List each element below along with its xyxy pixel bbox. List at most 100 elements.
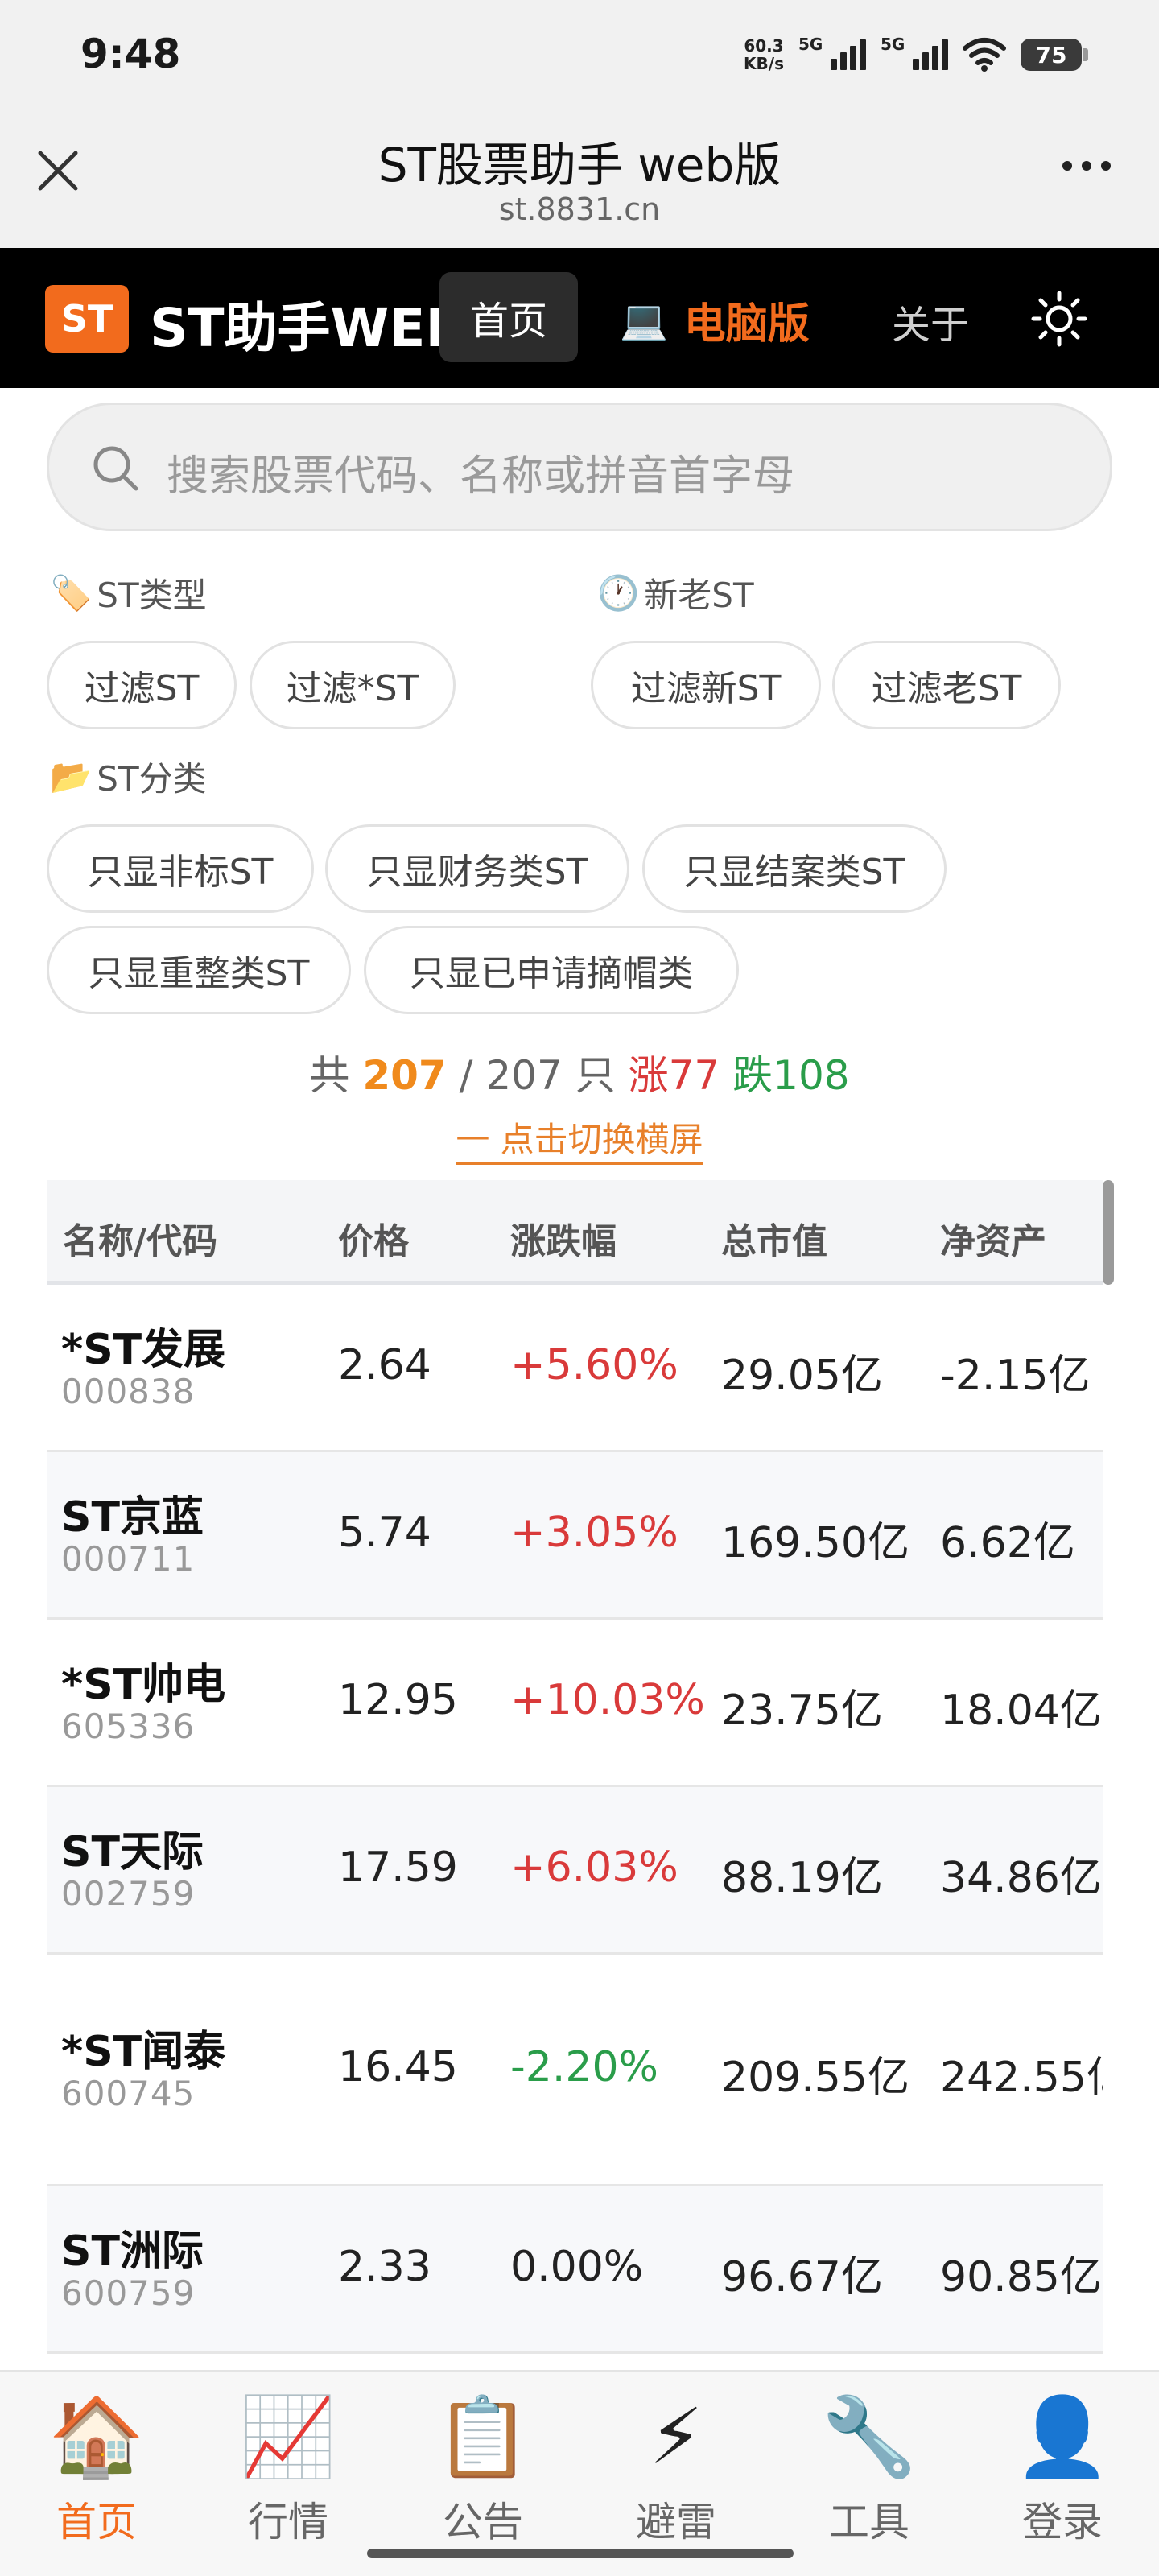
stock-code: 600759 xyxy=(61,2273,196,2313)
app-brand[interactable]: ST助手WEB xyxy=(150,285,466,362)
chip-delisting-applied[interactable]: 只显已申请摘帽类 xyxy=(364,926,739,1014)
result-summary: 共 207 / 207 只 涨77 跌108 xyxy=(0,1043,1159,1101)
rotate-landscape-link[interactable]: 一 点击切换横屏 xyxy=(456,1120,703,1165)
stock-net-assets: -2.15亿 xyxy=(940,1352,1091,1400)
sim1-label: 5G xyxy=(798,35,823,54)
table-row[interactable]: ST京蓝 000711 5.74 +3.05% 169.50亿 6.62亿 xyxy=(47,1452,1103,1620)
stock-code: 605336 xyxy=(61,1707,196,1746)
nav-desktop-label: 电脑版 xyxy=(683,300,810,349)
tab-label: 避雷 xyxy=(636,2499,716,2545)
tab-market[interactable]: 📈 行情 xyxy=(216,2388,361,2548)
stock-market-cap: 29.05亿 xyxy=(721,1352,883,1400)
chip-non-standard-st[interactable]: 只显非标ST xyxy=(47,824,314,913)
battery-icon: 75 xyxy=(1021,39,1088,71)
page-url: st.8831.cn xyxy=(498,192,661,227)
stock-price: 12.95 xyxy=(338,1676,458,1724)
stock-price: 5.74 xyxy=(338,1509,431,1557)
tab-home[interactable]: 🏠 首页 xyxy=(24,2388,169,2548)
status-time: 9:48 xyxy=(80,31,181,77)
chip-closed-case-st[interactable]: 只显结案类ST xyxy=(642,824,947,913)
browser-title-bar: ST股票助手 web版 st.8831.cn xyxy=(0,105,1159,248)
stock-code: 000711 xyxy=(61,1539,196,1579)
stock-net-assets: 18.04亿 xyxy=(940,1686,1102,1735)
stock-change: +3.05% xyxy=(510,1509,678,1557)
tab-label: 工具 xyxy=(829,2499,909,2545)
more-dots-icon xyxy=(1062,161,1072,171)
table-row[interactable]: *ST发展 000838 2.64 +5.60% 29.05亿 -2.15亿 xyxy=(47,1285,1103,1452)
table-row[interactable]: *ST闻泰600745 16.45 -2.20% 209.55亿 242.55亿 xyxy=(47,1955,1103,2186)
home-indicator[interactable] xyxy=(367,2549,794,2558)
stock-name: ST天际 xyxy=(61,1828,204,1876)
nav-about[interactable]: 关于 xyxy=(892,293,969,349)
stock-market-cap: 169.50亿 xyxy=(721,1519,909,1567)
lightning-icon: ⚡ xyxy=(649,2392,703,2482)
table-scrollbar[interactable] xyxy=(1103,1180,1114,1285)
stock-price: 16.45 xyxy=(338,2043,458,2091)
filter-section-new-old: 🕐 新老ST xyxy=(597,568,754,617)
summary-shown-count: 207 xyxy=(362,1052,447,1099)
section-title: ST类型 xyxy=(97,576,207,615)
app-logo[interactable]: ST xyxy=(45,285,129,353)
stock-net-assets: 242.55亿 xyxy=(940,2054,1103,2102)
chip-filter-star-st[interactable]: 过滤*ST xyxy=(250,641,456,729)
network-speed: 60.3 KB/s xyxy=(744,37,784,72)
tab-label: 行情 xyxy=(248,2499,328,2545)
clock-icon: 🕐 xyxy=(597,572,640,613)
tab-announcements[interactable]: 📋 公告 xyxy=(410,2388,555,2548)
section-title: ST分类 xyxy=(97,759,207,799)
filter-section-category: 📂 ST分类 xyxy=(50,752,207,801)
stock-name: *ST发展 xyxy=(61,1326,226,1374)
summary-up-count: 涨77 xyxy=(628,1052,720,1099)
chip-restructuring-st[interactable]: 只显重整类ST xyxy=(47,926,351,1014)
stock-change: +6.03% xyxy=(510,1843,678,1892)
col-header-price[interactable]: 价格 xyxy=(338,1212,409,1264)
table-row[interactable]: *ST帅电 605336 12.95 +10.03% 23.75亿 18.04亿 xyxy=(47,1620,1103,1787)
search-input[interactable]: 搜索股票代码、名称或拼音首字母 xyxy=(47,402,1112,531)
table-row[interactable]: ST天际 002759 17.59 +6.03% 88.19亿 34.86亿 xyxy=(47,1787,1103,1955)
chip-filter-st[interactable]: 过滤ST xyxy=(47,641,237,729)
tag-icon: 🏷️ xyxy=(50,572,93,613)
summary-unit: 只 xyxy=(575,1052,616,1099)
rotate-landscape-link-wrap: 一 点击切换横屏 xyxy=(0,1113,1159,1165)
stock-price: 2.64 xyxy=(338,1341,431,1389)
signal-icon: 5G xyxy=(798,35,866,70)
summary-down-count: 跌108 xyxy=(732,1052,850,1099)
stock-net-assets: 6.62亿 xyxy=(940,1519,1075,1567)
bottom-tab-bar: 🏠 首页 📈 行情 📋 公告 ⚡ 避雷 🔧 工具 👤 登录 xyxy=(0,2370,1159,2576)
chip-financial-st[interactable]: 只显财务类ST xyxy=(325,824,629,913)
col-header-name[interactable]: 名称/代码 xyxy=(63,1212,217,1264)
stock-table: 名称/代码 价格 涨跌幅 总市值 净资产 *ST发展 000838 2.64 +5.6… xyxy=(47,1180,1103,2372)
wifi-icon xyxy=(963,38,1006,72)
tab-login[interactable]: 👤 登录 xyxy=(990,2388,1135,2548)
stock-name: *ST闻泰 xyxy=(61,2028,226,2076)
status-bar: 9:48 60.3 KB/s 5G 5G 75 xyxy=(0,0,1159,105)
chip-filter-new-st[interactable]: 过滤新ST xyxy=(591,641,821,729)
stock-market-cap: 88.19亿 xyxy=(721,1854,883,1902)
stock-name: *ST帅电 xyxy=(61,1661,226,1709)
col-header-change[interactable]: 涨跌幅 xyxy=(510,1212,617,1264)
table-row[interactable]: ST洲际 600759 2.33 0.00% 96.67亿 90.85亿 xyxy=(47,2186,1103,2354)
network-speed-value: 60.3 xyxy=(744,36,784,56)
nav-desktop-version[interactable]: 💻 电脑版 xyxy=(620,290,810,350)
col-header-market-cap[interactable]: 总市值 xyxy=(721,1212,827,1264)
stock-code: 000838 xyxy=(61,1372,196,1411)
summary-total-count: 207 xyxy=(485,1052,563,1099)
search-placeholder: 搜索股票代码、名称或拼音首字母 xyxy=(167,452,795,501)
tab-risk-avoid[interactable]: ⚡ 避雷 xyxy=(604,2388,749,2548)
chip-filter-old-st[interactable]: 过滤老ST xyxy=(832,641,1061,729)
table-header: 名称/代码 价格 涨跌幅 总市值 净资产 xyxy=(47,1180,1103,1285)
tab-label: 首页 xyxy=(56,2499,137,2545)
nav-home[interactable]: 首页 xyxy=(439,272,578,362)
clipboard-icon: 📋 xyxy=(435,2392,531,2482)
tab-tools[interactable]: 🔧 工具 xyxy=(797,2388,942,2548)
sim2-label: 5G xyxy=(881,35,905,54)
network-speed-unit: KB/s xyxy=(744,54,784,73)
stock-net-assets: 34.86亿 xyxy=(940,1854,1102,1902)
col-header-net-assets[interactable]: 净资产 xyxy=(940,1212,1046,1264)
theme-toggle-sun-icon[interactable] xyxy=(1030,290,1088,348)
more-menu-button[interactable] xyxy=(1062,161,1111,171)
stock-code: 002759 xyxy=(61,1874,196,1913)
filter-section-st-type: 🏷️ ST类型 xyxy=(50,568,207,617)
stock-change: 0.00% xyxy=(510,2243,644,2291)
user-icon: 👤 xyxy=(1014,2392,1111,2482)
